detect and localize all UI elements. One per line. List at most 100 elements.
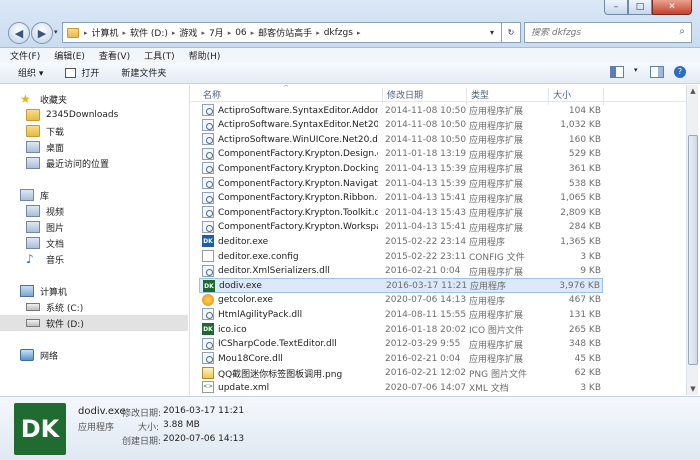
nav-item-desktop[interactable]: 桌面 <box>26 139 64 155</box>
column-date[interactable]: 修改日期 <box>387 88 423 101</box>
file-row[interactable]: Mou18Core.dll 2016-02-21 0:04 应用程序扩展 45 KB <box>199 351 603 366</box>
file-row[interactable]: QQ截图迷你标签图板调用.png 2016-02-21 12:02 PNG 图片文件… <box>199 366 603 381</box>
nav-computer[interactable]: 计算机 <box>20 283 67 299</box>
search-input[interactable] <box>531 27 661 38</box>
file-size: 62 KB <box>574 368 601 379</box>
file-date: 2016-02-21 0:04 <box>385 353 461 364</box>
dll-file-icon <box>202 308 214 321</box>
breadcrumb-segment[interactable]: 游戏 <box>179 26 197 39</box>
file-size: 160 KB <box>568 134 601 145</box>
organize-button[interactable]: 组织 ▾ <box>18 66 43 79</box>
window-controls: – □ ✕ <box>604 0 692 15</box>
breadcrumb-arrow-icon: ▸ <box>316 28 320 37</box>
details-file-name: dodiv.exe <box>78 406 126 417</box>
file-row[interactable]: ActiproSoftware.WinUICore.Net20.dll 2014-… <box>199 132 603 147</box>
nav-item-recent[interactable]: 最近访问的位置 <box>26 155 109 171</box>
nav-item-pictures[interactable]: 图片 <box>26 219 64 235</box>
file-name: deditor.XmlSerializers.dll <box>218 266 330 277</box>
forward-button[interactable]: ▶ <box>31 22 53 44</box>
file-type: 应用程序扩展 <box>469 107 524 117</box>
downloads-folder-icon <box>26 125 40 137</box>
file-size: 104 KB <box>568 105 601 116</box>
file-row[interactable]: getcolor.exe 2020-07-06 14:13 应用程序 467 KB <box>199 293 603 308</box>
file-date: 2014-11-08 10:50 <box>385 120 467 131</box>
file-row[interactable]: ActiproSoftware.SyntaxEditor.Addons... 20… <box>199 103 603 118</box>
search-box[interactable]: ⌕ <box>524 22 692 43</box>
menu-edit[interactable]: 编辑(E) <box>54 49 85 62</box>
scroll-thumb[interactable] <box>688 135 698 365</box>
close-button[interactable]: ✕ <box>652 0 692 15</box>
nav-item-drive-d[interactable]: 软件 (D:) <box>0 315 188 331</box>
nav-network[interactable]: 网络 <box>20 347 58 363</box>
exe-green-file-icon: DK <box>202 323 214 335</box>
breadcrumb-segment[interactable]: 邮客仿站高手 <box>258 26 312 39</box>
file-row[interactable]: ComponentFactory.Krypton.Ribbon.dll 2011-… <box>199 191 603 206</box>
sort-arrow-icon: ^ <box>283 85 289 92</box>
organize-label: 组织 ▾ <box>18 69 44 79</box>
menu-help[interactable]: 帮助(H) <box>189 49 221 62</box>
address-dropdown-button[interactable]: ▾ <box>483 22 502 43</box>
file-row[interactable]: HtmlAgilityPack.dll 2014-08-11 15:55 应用程序扩… <box>199 307 603 322</box>
nav-favorites[interactable]: ★ 收藏夹 <box>20 91 67 107</box>
back-button[interactable]: ◀ <box>8 22 30 44</box>
breadcrumb-segment[interactable]: 计算机 <box>92 26 119 39</box>
open-label: 打开 <box>81 69 100 79</box>
nav-item-downloads[interactable]: 下载 <box>26 123 64 139</box>
vertical-scrollbar[interactable]: ▲ ▼ <box>686 85 698 395</box>
file-row[interactable]: ComponentFactory.Krypton.Docking... 2011-… <box>199 161 603 176</box>
column-type[interactable]: 类型 <box>471 88 489 101</box>
file-row[interactable]: update.xml 2020-07-06 14:07XML 文档 3 KB <box>199 380 603 395</box>
nav-label: 软件 (D:) <box>46 319 84 330</box>
nav-item-music[interactable]: ♪ 音乐 <box>26 251 64 267</box>
change-view-icon[interactable] <box>610 66 624 78</box>
file-row[interactable]: ActiproSoftware.SyntaxEditor.Net20.dll 20… <box>199 118 603 133</box>
address-bar[interactable]: ▸ 计算机 ▸ 软件 (D:) ▸ 游戏 ▸ 7月 ▸ 06 ▸ 邮客仿站高手 … <box>62 22 502 43</box>
minimize-button[interactable]: – <box>604 0 628 15</box>
preview-pane-icon[interactable] <box>650 66 664 78</box>
nav-label: 图片 <box>46 223 65 234</box>
help-icon[interactable]: ? <box>674 66 686 78</box>
nav-label: 计算机 <box>40 287 68 298</box>
scroll-up-icon[interactable]: ▲ <box>687 85 699 97</box>
refresh-button[interactable]: ↻ <box>502 22 521 43</box>
menu-view[interactable]: 查看(V) <box>99 49 130 62</box>
file-row[interactable]: ComponentFactory.Krypton.Workspa... 2011-… <box>199 220 603 235</box>
column-divider[interactable] <box>603 88 604 105</box>
file-row[interactable]: ICSharpCode.TextEditor.dll 2012-03-29 9:5… <box>199 337 603 352</box>
file-size: 467 KB <box>568 295 601 306</box>
command-bar: 组织 ▾ 打开 新建文件夹 ▾ ? <box>0 62 700 84</box>
drive-icon <box>26 303 40 311</box>
network-icon <box>20 349 34 361</box>
breadcrumb-arrow-icon: ▸ <box>227 28 232 37</box>
nav-item-videos[interactable]: 视频 <box>26 203 64 219</box>
menu-file[interactable]: 文件(F) <box>10 49 40 62</box>
nav-libraries[interactable]: 库 <box>20 187 49 203</box>
nav-item-drive-c[interactable]: 系统 (C:) <box>26 299 83 315</box>
file-row[interactable]: ComponentFactory.Krypton.Design.dll 2011-… <box>199 147 603 162</box>
nav-item-2345downloads[interactable]: 2345Downloads <box>26 107 118 123</box>
breadcrumb-segment[interactable]: 7月 <box>209 26 224 39</box>
nav-label: 系统 (C:) <box>46 303 84 314</box>
nav-item-documents[interactable]: 文档 <box>26 235 64 251</box>
recent-pages-dropdown[interactable]: ▾ <box>54 28 58 36</box>
breadcrumb-segment[interactable]: dkfzgs <box>324 28 353 38</box>
breadcrumb-segment[interactable]: 06 <box>235 28 246 38</box>
file-name: ICSharpCode.TextEditor.dll <box>218 339 337 350</box>
file-row[interactable]: DK dodiv.exe 2016-03-17 11:21 应用程序 3,976 KB <box>199 278 603 294</box>
file-row[interactable]: deditor.exe.config 2015-02-22 23:11 CONFIG… <box>199 249 603 264</box>
menu-tools[interactable]: 工具(T) <box>144 49 175 62</box>
file-row[interactable]: DK ico.ico 2016-01-18 20:02 ICO 图片文件 265 KB <box>199 322 603 337</box>
view-dropdown-icon[interactable]: ▾ <box>634 66 640 78</box>
maximize-button[interactable]: □ <box>628 0 652 15</box>
file-row[interactable]: deditor.XmlSerializers.dll 2016-02-21 0:0… <box>199 264 603 279</box>
breadcrumb-segment[interactable]: 软件 (D:) <box>130 26 168 39</box>
file-row[interactable]: ComponentFactory.Krypton.Toolkit.dll 2011… <box>199 205 603 220</box>
column-name[interactable]: 名称 <box>203 88 221 101</box>
file-row[interactable]: ComponentFactory.Krypton.Navigato... 2011… <box>199 176 603 191</box>
file-type: 应用程序扩展 <box>469 194 524 205</box>
new-folder-button[interactable]: 新建文件夹 <box>121 66 166 79</box>
column-size[interactable]: 大小 <box>553 88 571 101</box>
file-row[interactable]: DK deditor.exe 2015-02-22 23:14 应用程序 1,365 K… <box>199 234 603 249</box>
open-button[interactable]: 打开 <box>65 66 99 79</box>
scroll-down-icon[interactable]: ▼ <box>687 383 699 395</box>
